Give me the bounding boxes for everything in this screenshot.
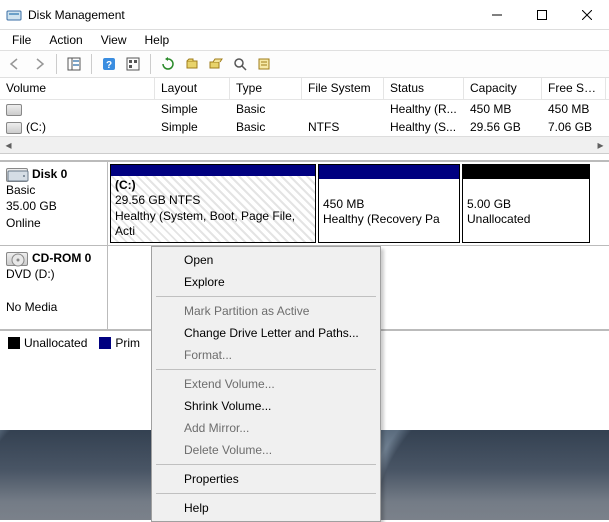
- volume-cell: Healthy (R...: [384, 102, 464, 116]
- volume-cell: [0, 102, 155, 116]
- find-button[interactable]: [229, 53, 251, 75]
- menu-help[interactable]: Help: [137, 31, 178, 49]
- menu-item-shrink-volume[interactable]: Shrink Volume...: [154, 395, 378, 417]
- window-buttons: [474, 0, 609, 29]
- menu-item-open[interactable]: Open: [154, 249, 378, 271]
- partition-body: 5.00 GBUnallocated: [463, 179, 589, 242]
- context-menu: OpenExplore Mark Partition as ActiveChang…: [151, 246, 381, 522]
- menu-item-format: Format...: [154, 344, 378, 366]
- menu-item-extend-volume: Extend Volume...: [154, 373, 378, 395]
- maximize-button[interactable]: [519, 0, 564, 29]
- menu-item-properties[interactable]: Properties: [154, 468, 378, 490]
- scroll-right-icon[interactable]: ▸: [592, 137, 609, 154]
- partition-body: (C:)29.56 GB NTFSHealthy (System, Boot, …: [111, 176, 315, 242]
- menu-item-help[interactable]: Help: [154, 497, 378, 519]
- partition-body: 450 MBHealthy (Recovery Pa: [319, 179, 459, 242]
- open-button[interactable]: [205, 53, 227, 75]
- forward-button[interactable]: [28, 53, 50, 75]
- menu-view[interactable]: View: [93, 31, 135, 49]
- col-status[interactable]: Status: [384, 78, 464, 99]
- disk-icon: [6, 168, 28, 182]
- volume-cell: 450 MB: [542, 102, 606, 116]
- volume-icon: [6, 104, 22, 116]
- volume-cell: Healthy (S...: [384, 120, 464, 134]
- menu-item-change-drive-letter-and-paths[interactable]: Change Drive Letter and Paths...: [154, 322, 378, 344]
- volume-cell: 450 MB: [464, 102, 542, 116]
- disk-row: Disk 0Basic35.00 GBOnline(C:)29.56 GB NT…: [0, 162, 609, 246]
- menu-item-mark-partition-as-active: Mark Partition as Active: [154, 300, 378, 322]
- volume-list-header: Volume Layout Type File System Status Ca…: [0, 78, 609, 100]
- menu-item-add-mirror: Add Mirror...: [154, 417, 378, 439]
- menu-file[interactable]: File: [4, 31, 39, 49]
- col-freespace[interactable]: Free Spa...: [542, 78, 606, 99]
- titlebar: Disk Management: [0, 0, 609, 30]
- volume-cell: Basic: [230, 120, 302, 134]
- col-layout[interactable]: Layout: [155, 78, 230, 99]
- rescan-disks-button[interactable]: [181, 53, 203, 75]
- toolbar: ?: [0, 50, 609, 78]
- window-title: Disk Management: [28, 8, 474, 22]
- help-button[interactable]: ?: [98, 53, 120, 75]
- col-type[interactable]: Type: [230, 78, 302, 99]
- back-button[interactable]: [4, 53, 26, 75]
- volume-row[interactable]: SimpleBasicHealthy (R...450 MB450 MB: [0, 100, 609, 118]
- properties-button[interactable]: [253, 53, 275, 75]
- menu-item-explore[interactable]: Explore: [154, 271, 378, 293]
- horizontal-scrollbar[interactable]: ◂ ▸: [0, 136, 609, 153]
- partition-stripe: [319, 165, 459, 179]
- volume-cell: Basic: [230, 102, 302, 116]
- volume-list: Volume Layout Type File System Status Ca…: [0, 78, 609, 154]
- settings-button[interactable]: [122, 53, 144, 75]
- toolbar-separator: [150, 54, 151, 74]
- minimize-button[interactable]: [474, 0, 519, 29]
- svg-text:?: ?: [106, 60, 112, 71]
- volume-cell: Simple: [155, 120, 230, 134]
- volume-cell: 7.06 GB: [542, 120, 606, 134]
- menu-item-delete-volume: Delete Volume...: [154, 439, 378, 461]
- scroll-left-icon[interactable]: ◂: [0, 137, 17, 154]
- volume-list-rows: SimpleBasicHealthy (R...450 MB450 MB(C:)…: [0, 100, 609, 136]
- legend-unallocated: Unallocated: [8, 336, 87, 350]
- col-volume[interactable]: Volume: [0, 78, 155, 99]
- show-hide-tree-button[interactable]: [63, 53, 85, 75]
- menubar: File Action View Help: [0, 30, 609, 50]
- volume-icon: [6, 122, 22, 134]
- disk-info[interactable]: CD-ROM 0DVD (D:)No Media: [0, 246, 108, 329]
- partition-stripe: [111, 165, 315, 176]
- refresh-button[interactable]: [157, 53, 179, 75]
- legend-primary: Prim: [99, 336, 140, 350]
- close-button[interactable]: [564, 0, 609, 29]
- app-icon: [6, 7, 22, 23]
- volume-cell: 29.56 GB: [464, 120, 542, 134]
- toolbar-separator: [56, 54, 57, 74]
- col-capacity[interactable]: Capacity: [464, 78, 542, 99]
- partition-stripe: [463, 165, 589, 179]
- cdrom-icon: [6, 252, 28, 266]
- volume-cell: Simple: [155, 102, 230, 116]
- volume-cell: (C:): [0, 120, 155, 134]
- volume-cell: NTFS: [302, 120, 384, 134]
- partition-primary[interactable]: (C:)29.56 GB NTFSHealthy (System, Boot, …: [110, 164, 316, 243]
- disk-info[interactable]: Disk 0Basic35.00 GBOnline: [0, 162, 108, 245]
- col-filesystem[interactable]: File System: [302, 78, 384, 99]
- volume-row[interactable]: (C:)SimpleBasicNTFSHealthy (S...29.56 GB…: [0, 118, 609, 136]
- partition-unalloc[interactable]: 5.00 GBUnallocated: [462, 164, 590, 243]
- menu-action[interactable]: Action: [41, 31, 90, 49]
- disk-partitions: (C:)29.56 GB NTFSHealthy (System, Boot, …: [108, 162, 609, 245]
- partition-recovery[interactable]: 450 MBHealthy (Recovery Pa: [318, 164, 460, 243]
- toolbar-separator: [91, 54, 92, 74]
